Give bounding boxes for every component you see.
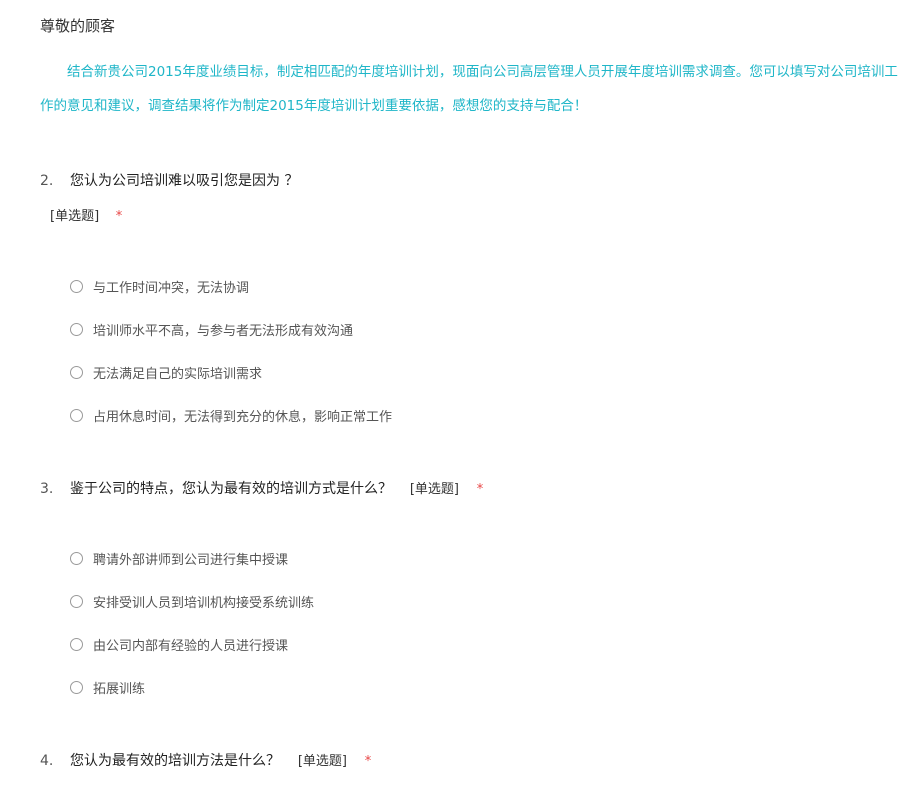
- option-label[interactable]: 无法满足自己的实际培训需求: [93, 363, 262, 382]
- required-mark: *: [476, 482, 484, 497]
- question-text: 鉴于公司的特点，您认为最有效的培训方式是什么？: [70, 481, 392, 497]
- required-mark: *: [115, 209, 123, 224]
- question-3-option-2[interactable]: 安排受训人员到培训机构接受系统训练: [70, 591, 314, 611]
- option-label[interactable]: 占用休息时间，无法得到充分的休息，影响正常工作: [93, 406, 392, 425]
- question-type-label: [单选题]: [409, 482, 459, 497]
- radio-button[interactable]: [70, 637, 83, 651]
- option-label[interactable]: 聘请外部讲师到公司进行集中授课: [93, 549, 288, 568]
- survey-intro-text: 结合新贵公司2015年度业绩目标，制定相匹配的年度培训计划，现面向公司高层管理人…: [40, 64, 898, 114]
- option-label[interactable]: 与工作时间冲突，无法协调: [93, 277, 249, 296]
- question-3-title: 3. 鉴于公司的特点，您认为最有效的培训方式是什么？ [单选题] *: [40, 479, 483, 500]
- required-mark: *: [364, 754, 372, 769]
- option-label[interactable]: 培训师水平不高，与参与者无法形成有效沟通: [93, 320, 353, 339]
- question-type-label: [单选题]: [50, 209, 100, 224]
- question-2-option-4[interactable]: 占用休息时间，无法得到充分的休息，影响正常工作: [70, 405, 392, 425]
- question-3-option-3[interactable]: 由公司内部有经验的人员进行授课: [70, 634, 288, 654]
- question-2-meta: [单选题] *: [50, 207, 122, 227]
- question-number: 2.: [40, 173, 54, 189]
- option-label[interactable]: 由公司内部有经验的人员进行授课: [93, 635, 288, 654]
- question-2-option-1[interactable]: 与工作时间冲突，无法协调: [70, 276, 249, 296]
- question-2-title: 2. 您认为公司培训难以吸引您是因为 ？: [40, 171, 298, 191]
- question-number: 3.: [40, 481, 54, 497]
- radio-button[interactable]: [70, 680, 83, 694]
- option-label[interactable]: 安排受训人员到培训机构接受系统训练: [93, 592, 314, 611]
- question-3-option-1[interactable]: 聘请外部讲师到公司进行集中授课: [70, 548, 288, 568]
- question-type-label: [单选题]: [297, 754, 347, 769]
- question-3-option-4[interactable]: 拓展训练: [70, 677, 145, 697]
- question-2-option-2[interactable]: 培训师水平不高，与参与者无法形成有效沟通: [70, 319, 353, 339]
- radio-button[interactable]: [70, 365, 83, 379]
- radio-button[interactable]: [70, 594, 83, 608]
- question-number: 4.: [40, 753, 54, 769]
- radio-button[interactable]: [70, 322, 83, 336]
- radio-button[interactable]: [70, 551, 83, 565]
- option-label[interactable]: 拓展训练: [93, 678, 145, 697]
- question-4-title: 4. 您认为最有效的培训方法是什么？ [单选题] *: [40, 751, 371, 772]
- question-text: 您认为公司培训难以吸引您是因为 ？: [70, 173, 299, 189]
- question-2-option-3[interactable]: 无法满足自己的实际培训需求: [70, 362, 262, 382]
- radio-button[interactable]: [70, 279, 83, 293]
- question-text: 您认为最有效的培训方法是什么？: [70, 753, 280, 769]
- radio-button[interactable]: [70, 408, 83, 422]
- greeting-heading: 尊敬的顾客: [40, 17, 116, 35]
